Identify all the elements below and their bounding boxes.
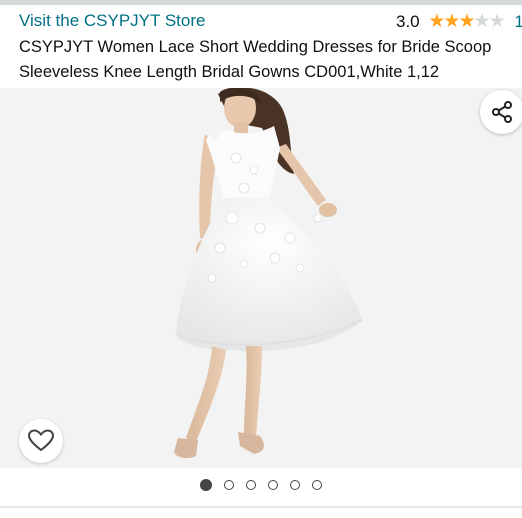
store-row: Visit the CSYPJYT Store 3.0 ★★★★★ 16 [0, 8, 522, 36]
carousel-dot[interactable] [312, 479, 322, 490]
rating-summary[interactable]: 3.0 ★★★★★ 16 [396, 11, 522, 33]
visit-store-link[interactable]: Visit the CSYPJYT Store [19, 11, 205, 31]
carousel-dot[interactable] [224, 479, 234, 490]
rating-value: 3.0 [396, 11, 420, 31]
product-image-illustration [174, 88, 363, 459]
top-bar [0, 0, 522, 5]
carousel-dot[interactable] [246, 479, 256, 490]
section-divider [0, 506, 522, 508]
star-rating: ★★★★★ [428, 10, 506, 32]
star-icon: ★ [458, 10, 475, 32]
share-button[interactable] [480, 90, 522, 134]
rating-count[interactable]: 16 [514, 12, 522, 32]
heart-icon [28, 429, 54, 452]
star-icon: ★ [473, 10, 491, 32]
star-icon: ★ [488, 10, 506, 32]
carousel-dot[interactable] [268, 479, 278, 490]
star-icon: ★ [428, 10, 445, 32]
product-image[interactable] [0, 88, 522, 468]
carousel-dot[interactable] [200, 478, 212, 491]
star-icon: ★ [443, 10, 460, 32]
carousel-dot[interactable] [290, 479, 300, 490]
carousel-indicator [0, 476, 522, 492]
share-icon [492, 101, 512, 123]
product-title: CSYPJYT Women Lace Short Wedding Dresses… [19, 38, 492, 81]
wishlist-button[interactable] [19, 419, 63, 463]
